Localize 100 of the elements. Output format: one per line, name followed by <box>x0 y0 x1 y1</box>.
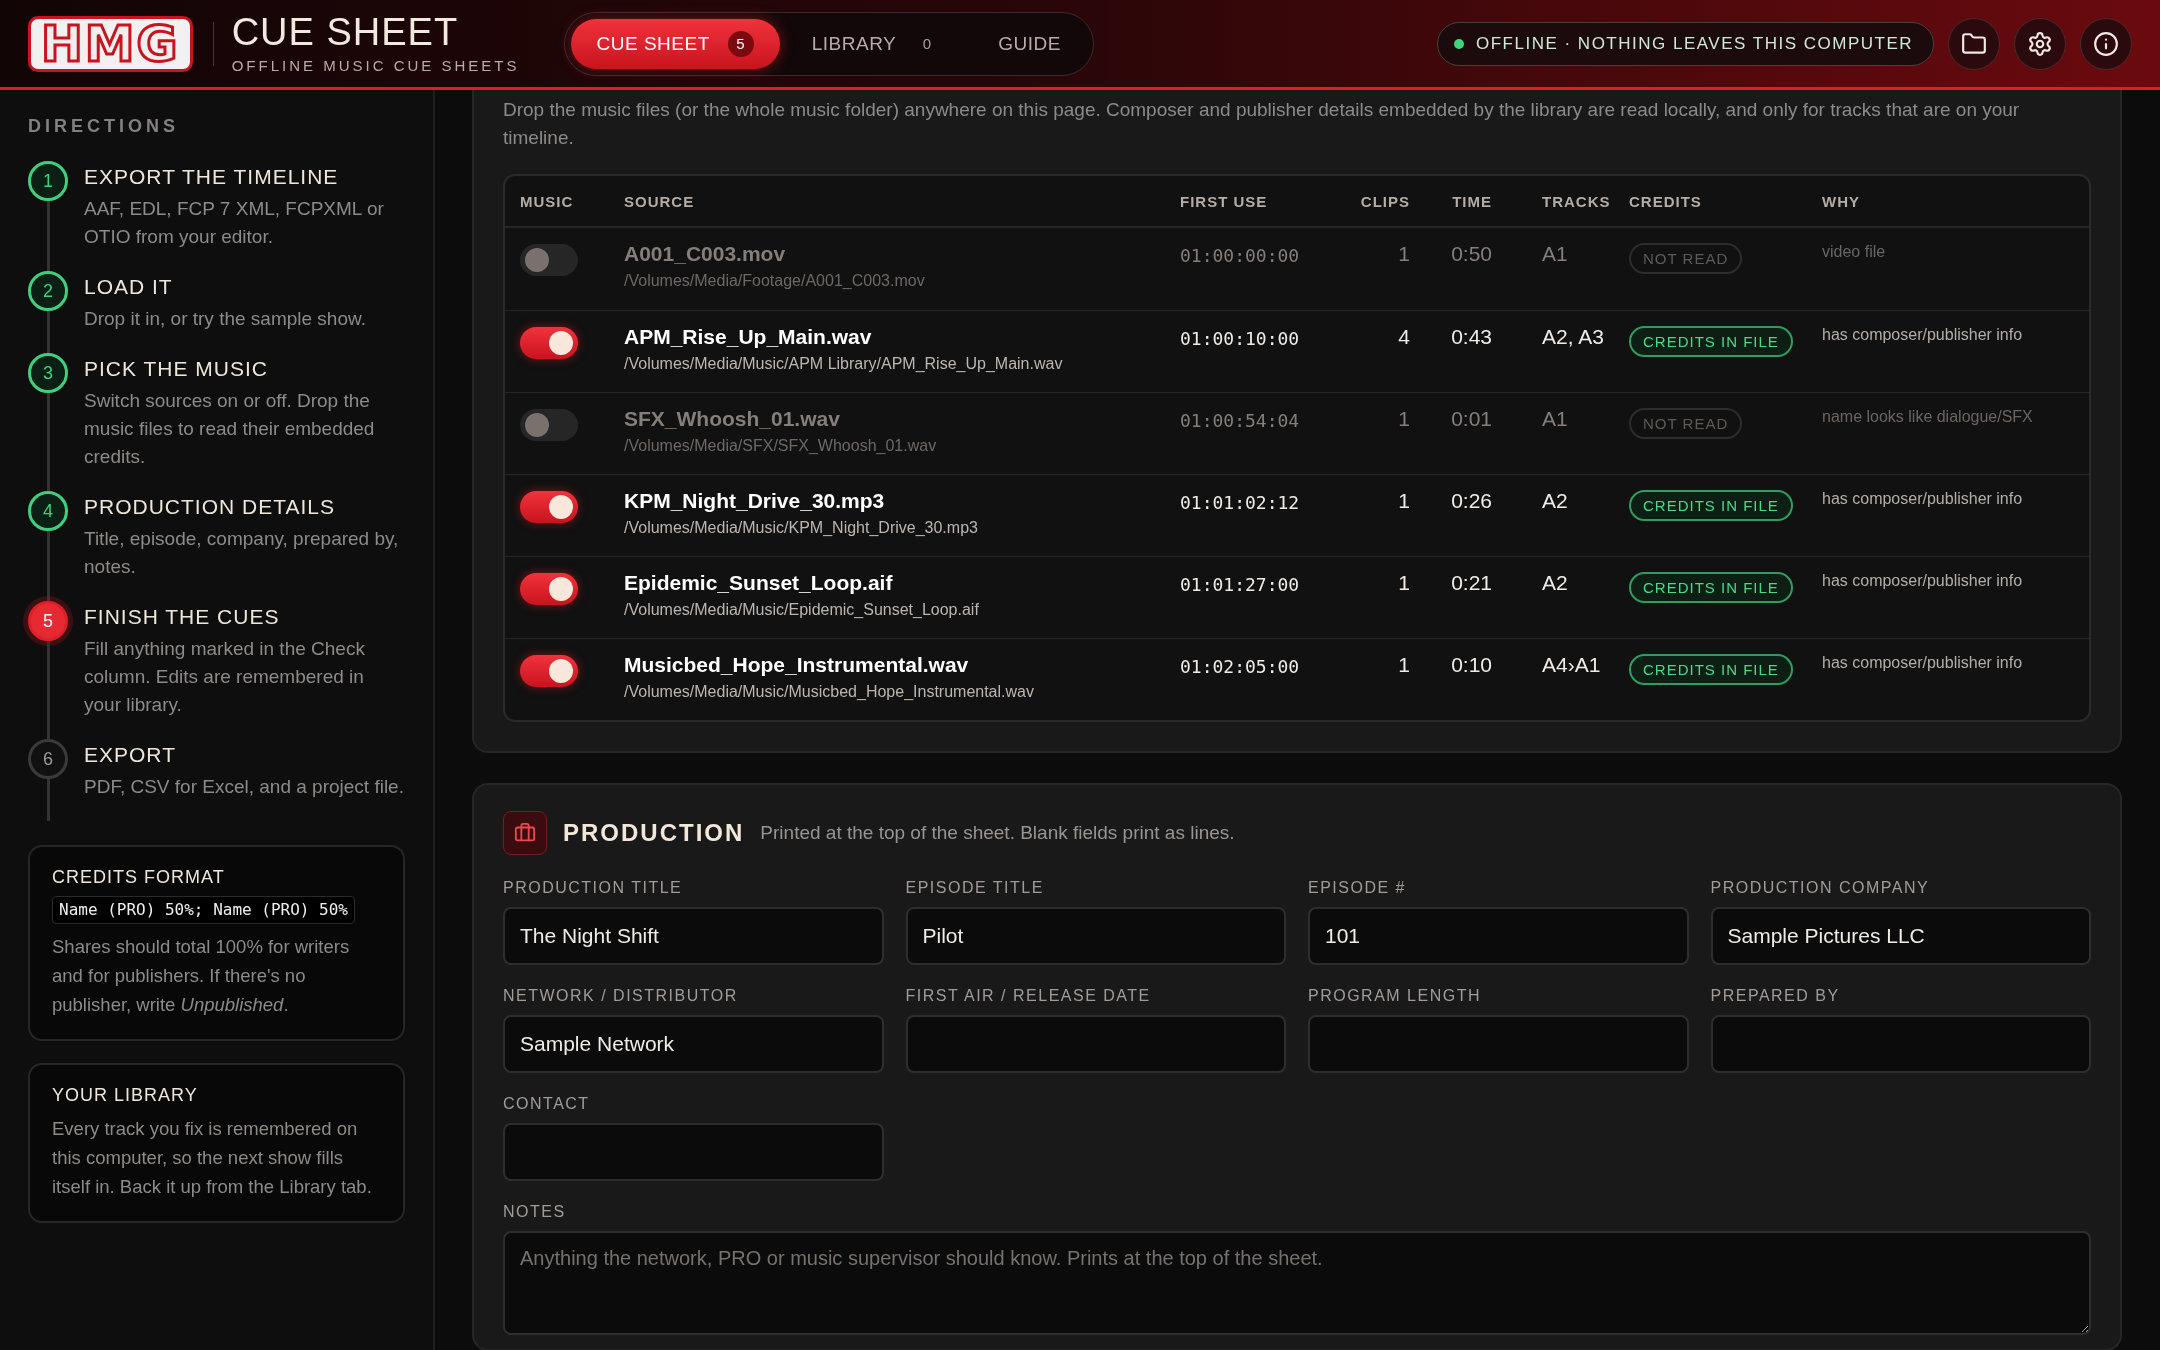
timecode: 01:00:54:04 <box>1180 409 1301 431</box>
card-title: YOUR LIBRARY <box>52 1085 199 1106</box>
step-text: Drop it in, or try the sample show. <box>84 307 366 331</box>
field-label: NOTES <box>503 1203 567 1221</box>
section-hint: Printed at the top of the sheet. Blank fields print as lines. <box>760 822 1235 844</box>
column-header: FIRST USE <box>1180 192 1269 210</box>
music-toggle[interactable] <box>520 573 578 605</box>
step-text: Title, episode, company, prepared by, notes. <box>84 527 400 579</box>
clip-count: 4 <box>1397 325 1410 349</box>
reason-text: has composer/publisher info <box>1822 653 2024 672</box>
settings-icon <box>2027 30 2053 57</box>
text-field[interactable] <box>503 1123 884 1181</box>
music-toggle[interactable] <box>520 655 578 687</box>
section-title: PRODUCTION <box>563 819 745 847</box>
step-text: Fill anything marked in the Check column. Edits are remembered in your library. <box>84 637 366 717</box>
duration: 0:26 <box>1450 489 1492 513</box>
reason-text: video file <box>1822 242 1887 261</box>
music-toggle[interactable] <box>520 327 578 359</box>
reason-text: has composer/publisher info <box>1822 325 2024 344</box>
track-list: A1 <box>1492 407 1629 431</box>
intro-text: Drop the music files (or the whole music folder) anywhere on this page. Composer and publisher details embedded by the library are read locally, and only for tracks that are on your timeline. <box>503 98 2021 150</box>
track-list: A2, A3 <box>1492 325 1629 349</box>
briefcase-icon <box>503 811 547 855</box>
file-path: /Volumes/Media/Music/APM Library/APM_Rise_Up_Main.wav <box>624 355 1064 373</box>
code-sample: Name (PRO) 50%; Name (PRO) 50% <box>52 896 355 924</box>
field-label: PRODUCTION TITLE <box>503 879 684 897</box>
step-number: 4 <box>28 491 68 531</box>
field-label: PROGRAM LENGTH <box>1308 987 1482 1005</box>
music-toggle[interactable] <box>520 491 578 523</box>
track-list: A2 <box>1492 489 1629 513</box>
column-header: CREDITS <box>1629 192 1703 210</box>
column-header: TRACKS <box>1541 192 1612 210</box>
text-field[interactable]: Sample Pictures LLC <box>1710 907 2091 965</box>
text-field[interactable]: 101 <box>1308 907 1689 965</box>
step-number: 3 <box>28 353 68 393</box>
info-icon <box>2093 30 2119 57</box>
file-name: A001_C003.mov <box>624 242 787 266</box>
step-title: EXPORT THE TIMELINE <box>84 165 340 189</box>
file-path: /Volumes/Media/Music/KPM_Night_Drive_30.mp3 <box>624 519 979 537</box>
text-field[interactable]: Sample Network <box>503 1015 884 1073</box>
file-name: Musicbed_Hope_Instrumental.wav <box>624 653 970 677</box>
text-field[interactable] <box>1710 1015 2091 1073</box>
nav-tab[interactable]: LIBRARY 0 <box>785 18 967 69</box>
file-name: KPM_Night_Drive_30.mp3 <box>624 489 886 513</box>
file-name: APM_Rise_Up_Main.wav <box>624 325 873 349</box>
status-text: OFFLINE · NOTHING LEAVES THIS COMPUTER <box>1475 33 1913 54</box>
file-path: /Volumes/Media/Footage/A001_C003.mov <box>624 272 926 290</box>
text-field[interactable] <box>905 1015 1286 1073</box>
column-header: TIME <box>1451 192 1492 210</box>
folder-icon <box>1961 30 1987 57</box>
track-list: A4›A1 <box>1492 653 1629 677</box>
duration: 0:43 <box>1450 325 1492 349</box>
column-header: MUSIC <box>520 192 575 210</box>
app-title: CUE SHEET <box>231 13 460 51</box>
timecode: 01:01:27:00 <box>1180 573 1301 595</box>
reason-text: has composer/publisher info <box>1822 571 2024 590</box>
logo: HMG <box>28 15 193 72</box>
count-label: 0 <box>921 34 933 54</box>
field-label: PRODUCTION COMPANY <box>1710 879 1931 897</box>
clip-count: 1 <box>1397 571 1410 595</box>
step-text: Switch sources on or off. Drop the music files to read their embedded credits. <box>84 389 376 469</box>
music-toggle[interactable] <box>520 409 578 441</box>
step-title: FINISH THE CUES <box>84 605 281 629</box>
duration: 0:21 <box>1450 571 1492 595</box>
music-toggle[interactable] <box>520 244 578 276</box>
field-label: PREPARED BY <box>1710 987 1841 1005</box>
step-title: PICK THE MUSIC <box>84 357 269 381</box>
file-path: /Volumes/Media/Music/Musicbed_Hope_Instrumental.wav <box>624 683 1035 701</box>
nav-tab[interactable]: GUIDE <box>972 18 1087 69</box>
card-title: CREDITS FORMAT <box>52 867 226 888</box>
field-label: NETWORK / DISTRIBUTOR <box>503 987 739 1005</box>
credits-badge: NOT READ <box>1629 243 1743 274</box>
step-title: PRODUCTION DETAILS <box>84 495 336 519</box>
step-number: 2 <box>28 271 68 311</box>
timecode: 01:01:02:12 <box>1180 491 1301 513</box>
notes-field[interactable]: Anything the network, PRO or music supervisor should know. Prints at the top of the sheet. <box>503 1231 2091 1335</box>
column-header: WHY <box>1822 192 1861 210</box>
credits-badge: CREDITS IN FILE <box>1629 326 1793 357</box>
text-field[interactable]: Pilot <box>905 907 1286 965</box>
track-list: A1 <box>1492 242 1629 266</box>
text-field[interactable]: The Night Shift <box>503 907 884 965</box>
clip-count: 1 <box>1397 242 1410 266</box>
nav-tab[interactable]: CUE SHEET 5 <box>570 18 780 69</box>
clip-count: 1 <box>1397 653 1410 677</box>
file-name: Epidemic_Sunset_Loop.aif <box>624 571 894 595</box>
credits-badge: CREDITS IN FILE <box>1629 654 1793 685</box>
column-header: CLIPS <box>1359 192 1410 210</box>
clip-count: 1 <box>1397 489 1410 513</box>
step-title: LOAD IT <box>84 275 174 299</box>
step-title: EXPORT <box>84 743 177 767</box>
field-label: CONTACT <box>503 1095 591 1113</box>
credits-badge: NOT READ <box>1629 408 1743 439</box>
card-text: Shares should total 100% for writers and for publishers. If there's no publisher, write Unpublished. <box>52 935 351 1017</box>
duration: 0:01 <box>1450 407 1492 431</box>
column-header: SOURCE <box>624 192 696 210</box>
text-field[interactable] <box>1308 1015 1689 1073</box>
track-list: A2 <box>1492 571 1629 595</box>
field-label: EPISODE # <box>1308 879 1407 897</box>
step-text: PDF, CSV for Excel, and a project file. <box>84 775 404 799</box>
step-number: 5 <box>28 601 68 641</box>
